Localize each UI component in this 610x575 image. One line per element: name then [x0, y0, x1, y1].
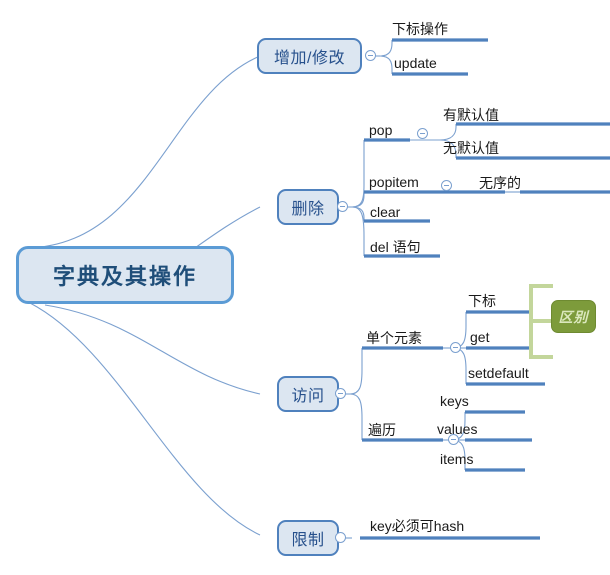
branch-node-add-modify-label: 增加/修改: [274, 50, 345, 67]
edge-access-single: [349, 348, 363, 395]
edge-root-access: [44, 304, 261, 395]
edge-single-setdefault: [452, 347, 467, 384]
edge-add-update: [379, 55, 393, 74]
leaf-update[interactable]: update: [394, 56, 437, 70]
edge-add-subscript: [379, 40, 393, 57]
leaf-get[interactable]: get: [470, 330, 489, 344]
mindmap-canvas: 字典及其操作 增加/修改 下标操作 update 删除 pop 有默认值 无默认…: [0, 0, 610, 575]
edge-delete-clear: [351, 206, 365, 221]
leaf-del-statement[interactable]: del 语句: [370, 240, 421, 254]
leaf-clear[interactable]: clear: [370, 205, 400, 219]
edge-delete-del: [351, 206, 365, 256]
branch-node-restriction[interactable]: 限制: [277, 520, 339, 556]
branch-node-add-modify[interactable]: 增加/修改: [257, 38, 362, 74]
leaf-unordered[interactable]: 无序的: [479, 176, 521, 190]
edge-root-restriction: [29, 302, 261, 536]
edge-access-traverse: [349, 393, 363, 440]
toggle-popitem-icon[interactable]: [441, 180, 452, 191]
callout-difference[interactable]: 区别: [551, 300, 596, 333]
callout-bracket: [529, 284, 553, 359]
leaf-values[interactable]: values: [437, 422, 477, 436]
root-node[interactable]: 字典及其操作: [16, 246, 234, 304]
toggle-access-icon[interactable]: [335, 388, 346, 399]
leaf-pop[interactable]: pop: [369, 123, 392, 137]
leaf-with-default[interactable]: 有默认值: [443, 108, 499, 122]
leaf-subscript-op[interactable]: 下标操作: [392, 22, 448, 36]
edge-pop-with-default: [439, 124, 457, 141]
branch-node-delete-label: 删除: [291, 201, 325, 218]
edge-root-add-modify: [26, 55, 261, 249]
root-node-label: 字典及其操作: [52, 264, 197, 289]
toggle-pop-icon[interactable]: [417, 128, 428, 139]
edge-delete-pop: [351, 140, 365, 208]
branch-node-restriction-label: 限制: [291, 532, 325, 549]
leaf-key-hashable[interactable]: key必须可hash: [370, 519, 464, 533]
branch-node-access[interactable]: 访问: [277, 376, 339, 412]
branch-node-delete[interactable]: 删除: [277, 189, 339, 225]
leaf-popitem[interactable]: popitem: [369, 175, 419, 189]
toggle-delete-icon[interactable]: [337, 201, 348, 212]
toggle-restriction-icon[interactable]: [335, 532, 346, 543]
leaf-setdefault[interactable]: setdefault: [468, 366, 529, 380]
branch-node-access-label: 访问: [291, 388, 325, 405]
edge-delete-popitem: [351, 192, 365, 208]
leaf-without-default[interactable]: 无默认值: [443, 141, 499, 155]
leaf-items[interactable]: items: [440, 452, 473, 466]
leaf-traverse[interactable]: 遍历: [368, 423, 396, 437]
leaf-single-element[interactable]: 单个元素: [366, 331, 422, 345]
toggle-single-element-icon[interactable]: [450, 342, 461, 353]
leaf-keys[interactable]: keys: [440, 394, 469, 408]
toggle-add-modify-icon[interactable]: [365, 50, 376, 61]
callout-difference-label: 区别: [558, 308, 589, 325]
leaf-subscript[interactable]: 下标: [468, 294, 496, 308]
